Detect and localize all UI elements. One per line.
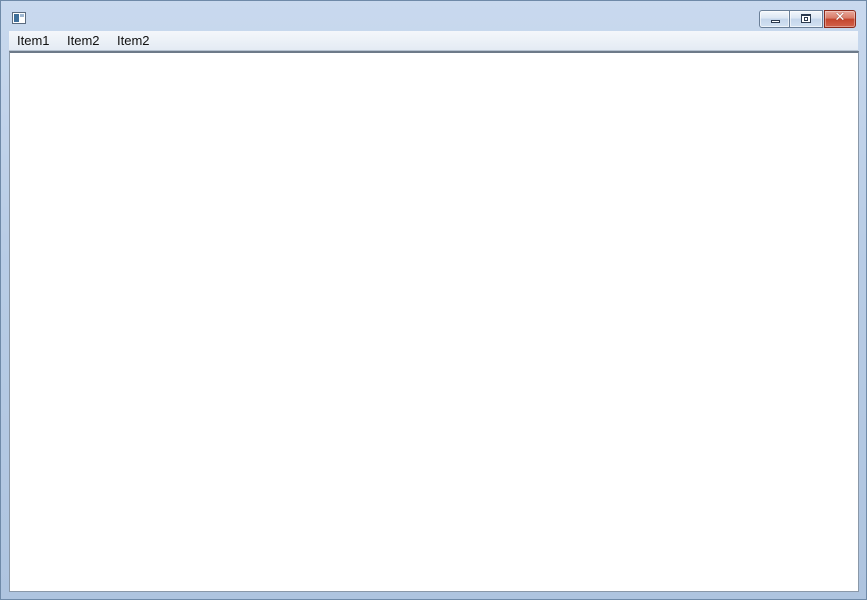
maximize-icon xyxy=(801,14,811,23)
content-canvas[interactable] xyxy=(12,55,856,589)
menu-item-item1[interactable]: Item1 xyxy=(15,31,52,50)
minimize-button[interactable] xyxy=(759,10,790,28)
menu-item-item2[interactable]: Item2 xyxy=(65,31,102,50)
menu-bar: Item1 Item2 Item2 xyxy=(9,31,858,51)
maximize-button[interactable] xyxy=(790,10,823,28)
menu-item-item2-second[interactable]: Item2 xyxy=(115,31,152,50)
application-window: ✕ Item1 Item2 Item2 xyxy=(0,0,867,600)
minimize-icon xyxy=(771,20,780,23)
client-area[interactable] xyxy=(9,51,859,592)
close-icon: ✕ xyxy=(834,10,846,25)
title-bar[interactable]: ✕ xyxy=(1,1,866,31)
app-window-icon[interactable] xyxy=(12,12,26,24)
close-button[interactable]: ✕ xyxy=(824,10,856,28)
